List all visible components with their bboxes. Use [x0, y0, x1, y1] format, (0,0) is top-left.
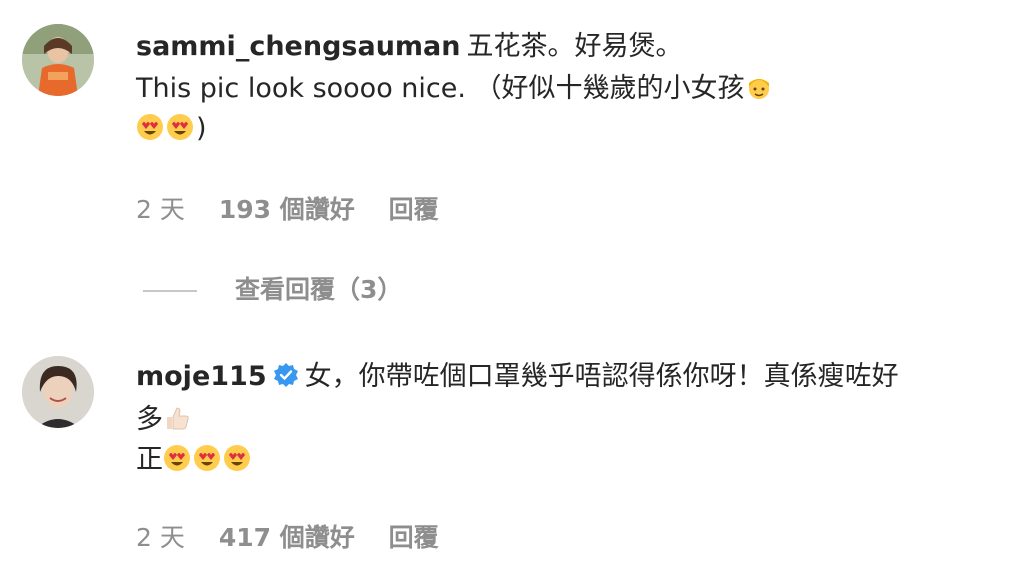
comment-line: 正 — [136, 441, 1014, 479]
comment-time: 2 天 — [136, 523, 185, 552]
comment-meta: 2 天 193 個讚好 回覆 — [136, 190, 465, 226]
verified-badge-icon — [273, 361, 299, 399]
comment-text: ) — [196, 113, 207, 144]
heart-eyes-emoji — [223, 444, 251, 472]
reply-button[interactable]: 回覆 — [389, 523, 439, 552]
username[interactable]: moje115 — [136, 361, 267, 392]
reply-button[interactable]: 回覆 — [389, 195, 439, 224]
comment-text: 多 — [136, 404, 163, 435]
comment-time: 2 天 — [136, 195, 185, 224]
comment-text: This pic look soooo nice. （好似十幾歲的小女孩 — [136, 73, 745, 104]
comment-line: This pic look soooo nice. （好似十幾歲的小女孩 — [136, 70, 1014, 108]
likes-count[interactable]: 417 個讚好 — [219, 523, 355, 552]
comment-line: sammi_chengsauman 五花茶。好易煲。 — [136, 28, 1014, 66]
girl-emoji — [745, 73, 773, 101]
thumbs-up-emoji — [163, 404, 191, 432]
heart-eyes-emoji — [163, 444, 191, 472]
heart-eyes-emoji — [166, 113, 194, 141]
comment-text: 女，你帶咗個口罩幾乎唔認得係你呀！真係瘦咗好 — [304, 361, 899, 392]
likes-count[interactable]: 193 個讚好 — [219, 195, 355, 224]
comment-line: 多 — [136, 401, 1014, 439]
comment-meta: 2 天 417 個讚好 回覆 — [136, 518, 465, 554]
username[interactable]: sammi_chengsauman — [136, 31, 461, 62]
comment-body: sammi_chengsauman 五花茶。好易煲。 This pic look … — [136, 28, 1014, 148]
avatar[interactable] — [22, 356, 94, 428]
divider-line — [143, 290, 197, 292]
view-replies-label: 查看回覆（3） — [235, 275, 403, 304]
comment-text: 正 — [136, 444, 163, 475]
comment-text: 五花茶。好易煲。 — [466, 31, 683, 62]
comment-line: moje115 女，你帶咗個口罩幾乎唔認得係你呀！真係瘦咗好 — [136, 358, 1014, 399]
heart-eyes-emoji — [136, 113, 164, 141]
comment-line: ) — [136, 110, 1014, 148]
heart-eyes-emoji — [193, 444, 221, 472]
avatar[interactable] — [22, 24, 94, 96]
view-replies-button[interactable]: 查看回覆（3） — [143, 270, 402, 306]
comment-body: moje115 女，你帶咗個口罩幾乎唔認得係你呀！真係瘦咗好 多 正 — [136, 358, 1014, 479]
